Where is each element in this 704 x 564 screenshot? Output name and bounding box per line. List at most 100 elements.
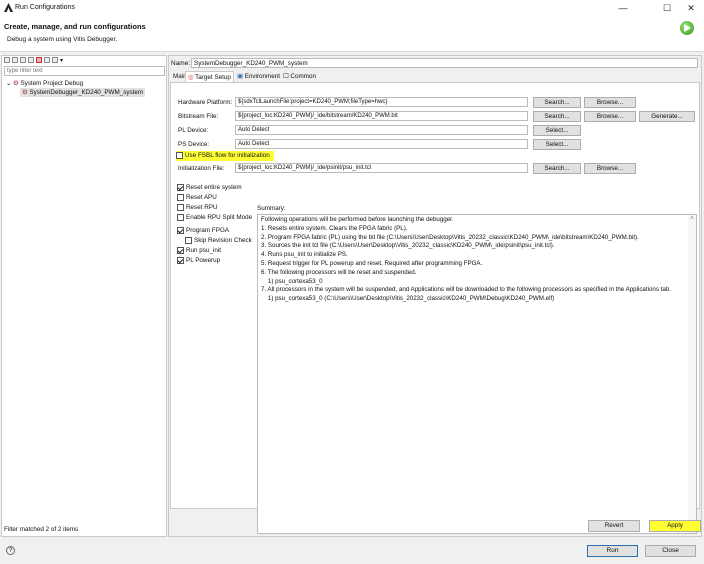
option-label: PL Powerup	[186, 257, 221, 264]
summary-line: 7. All processors in the system will be …	[261, 286, 671, 294]
dialog-footer: ? Run Close	[0, 539, 704, 564]
pl-device-field[interactable]: Auto Detect	[235, 125, 528, 135]
configurations-pane: ▾ ⌄ ⚙ System Project Debug ⚙ SystemDebug…	[1, 55, 167, 537]
checkbox-box[interactable]	[176, 151, 183, 159]
summary-line: 1) psu_cortexa53_0 (C:\Users\User\Deskto…	[261, 295, 555, 303]
help-icon[interactable]: ?	[6, 546, 15, 555]
collapse-all-icon[interactable]	[44, 57, 50, 63]
common-icon: ☐	[283, 73, 289, 80]
dialog-title: Create, manage, and run configurations	[4, 22, 146, 31]
summary-line: 6. The following processors will be rese…	[261, 268, 417, 276]
initialization-file-field[interactable]: ${project_loc:KD240_PWM}/_ide/psinit/psu…	[235, 163, 528, 173]
filter-input[interactable]	[4, 66, 165, 76]
option-label: Enable RPU Split Mode	[186, 214, 253, 221]
duplicate-icon[interactable]	[28, 57, 34, 63]
option-reset-entire-system[interactable]: Reset entire system	[177, 183, 252, 193]
option-skip-revision-check[interactable]: Skip Revision Check	[177, 236, 252, 246]
checkbox-box[interactable]	[177, 193, 184, 201]
title-bar: Run Configurations — ☐ ✕	[0, 0, 704, 16]
checkbox-box[interactable]	[177, 226, 184, 234]
hardware-platform-search-button[interactable]: Search...	[533, 97, 581, 108]
tree-item-label: SystemDebugger_KD240_PWM_system	[29, 89, 144, 96]
init-file-search-button[interactable]: Search...	[533, 163, 581, 174]
checkbox-box[interactable]	[177, 203, 184, 211]
dialog-subtitle: Debug a system using Vitis Debugger.	[7, 36, 118, 43]
option-label: Reset entire system	[186, 184, 242, 191]
option-pl-powerup[interactable]: PL Powerup	[177, 256, 252, 266]
tab-label: Target Setup	[195, 74, 231, 81]
environment-icon: ▣	[237, 73, 243, 80]
bitstream-file-field[interactable]: ${project_loc:KD240_PWM}/_ide/bitstream/…	[235, 111, 528, 121]
option-label: Run psu_init	[186, 247, 222, 254]
option-enable-rpu-split-mode[interactable]: Enable RPU Split Mode	[177, 213, 252, 223]
run-button[interactable]: Run	[587, 545, 638, 557]
summary-label: Summary:	[257, 205, 286, 212]
bitstream-search-button[interactable]: Search...	[533, 111, 581, 122]
debug-config-icon: ⚙	[22, 89, 28, 96]
expand-chevron-icon[interactable]: ⌄	[6, 80, 11, 87]
summary-line: 4. Runs psu_init to initialize PS.	[261, 251, 348, 259]
pl-device-select-button[interactable]: Select...	[533, 125, 581, 136]
bitstream-generate-button[interactable]: Generate...	[639, 111, 695, 122]
summary-scrollbar[interactable]: ˄ ˅	[688, 215, 696, 533]
option-program-fpga[interactable]: Program FPGA	[177, 226, 252, 236]
checkbox-box[interactable]	[177, 256, 184, 264]
option-run-psu-init[interactable]: Run psu_init	[177, 246, 252, 256]
option-label: Reset RPU	[186, 204, 218, 211]
ps-device-select-button[interactable]: Select...	[533, 139, 581, 150]
run-icon	[680, 21, 694, 35]
summary-line: 2. Program FPGA fabric (PL) using the bi…	[261, 233, 639, 241]
close-button[interactable]: Close	[645, 545, 696, 557]
bitstream-file-label: Bitstream File:	[178, 113, 219, 120]
tab-environment[interactable]: ▣ Environment	[235, 71, 282, 82]
tab-common[interactable]: ☐ Common	[281, 71, 318, 82]
new-config-icon[interactable]	[4, 57, 10, 63]
init-file-browse-button[interactable]: Browse...	[584, 163, 636, 174]
filter-icon[interactable]	[52, 57, 58, 63]
checkbox-box[interactable]	[185, 236, 192, 244]
chevron-down-icon[interactable]: ▾	[60, 58, 63, 64]
export-icon[interactable]	[20, 57, 26, 63]
tab-target-setup[interactable]: ◎ Target Setup	[185, 71, 234, 82]
dialog-header: Create, manage, and run configurations D…	[0, 16, 704, 52]
option-reset-apu[interactable]: Reset APU	[177, 193, 252, 203]
checkbox-box[interactable]	[177, 213, 184, 221]
option-label: Program FPGA	[186, 227, 230, 234]
target-setup-panel: Hardware Platform: ${sdxTclLaunchFile:pr…	[170, 82, 700, 534]
checkbox-box[interactable]	[177, 183, 184, 191]
debug-options-list: Reset entire system Reset APU Reset RPU …	[177, 183, 252, 266]
name-field[interactable]: SystemDebugger_KD240_PWM_system	[191, 58, 698, 68]
hardware-platform-field[interactable]: ${sdxTclLaunchFile:project=KD240_PWM;fil…	[235, 97, 528, 107]
option-reset-rpu[interactable]: Reset RPU	[177, 203, 252, 213]
bitstream-browse-button[interactable]: Browse...	[584, 111, 636, 122]
hardware-platform-browse-button[interactable]: Browse...	[584, 97, 636, 108]
pl-device-label: PL Device:	[178, 127, 209, 134]
configuration-editor: Name: SystemDebugger_KD240_PWM_system Ma…	[168, 55, 702, 537]
vitis-logo-icon	[4, 3, 13, 12]
use-fsbl-checkbox[interactable]: Use FSBL flow for initialization	[176, 151, 274, 161]
apply-button[interactable]: Apply	[649, 520, 701, 532]
debug-config-type-icon: ⚙	[13, 80, 19, 87]
summary-line: Following operations will be performed b…	[261, 216, 454, 223]
close-window-button[interactable]: ✕	[680, 1, 702, 15]
checkbox-box[interactable]	[177, 246, 184, 254]
use-fsbl-label: Use FSBL flow for initialization	[185, 152, 270, 159]
initialization-file-label: Initialization File:	[178, 165, 225, 172]
tree-item-systemdebugger[interactable]: ⚙ SystemDebugger_KD240_PWM_system	[20, 88, 146, 97]
tree-item-label: System Project Debug	[20, 80, 84, 87]
minimize-button[interactable]: —	[612, 1, 634, 15]
filter-status: Filter matched 2 of 2 items	[4, 526, 79, 533]
window-title: Run Configurations	[15, 4, 75, 11]
new-prototype-icon[interactable]	[12, 57, 18, 63]
delete-icon[interactable]	[36, 57, 42, 63]
maximize-button[interactable]: ☐	[656, 1, 678, 15]
target-icon: ◎	[188, 74, 194, 81]
summary-text: Following operations will be performed b…	[257, 214, 697, 534]
summary-line: 1. Resets entire system. Clears the FPGA…	[261, 224, 408, 232]
configurations-toolbar: ▾	[4, 57, 63, 65]
tab-label: Common	[290, 73, 316, 80]
scroll-up-icon[interactable]: ˄	[688, 215, 696, 224]
ps-device-field[interactable]: Auto Detect	[235, 139, 528, 149]
tree-item-system-project-debug[interactable]: ⌄ ⚙ System Project Debug	[6, 79, 83, 88]
revert-button[interactable]: Revert	[588, 520, 640, 532]
